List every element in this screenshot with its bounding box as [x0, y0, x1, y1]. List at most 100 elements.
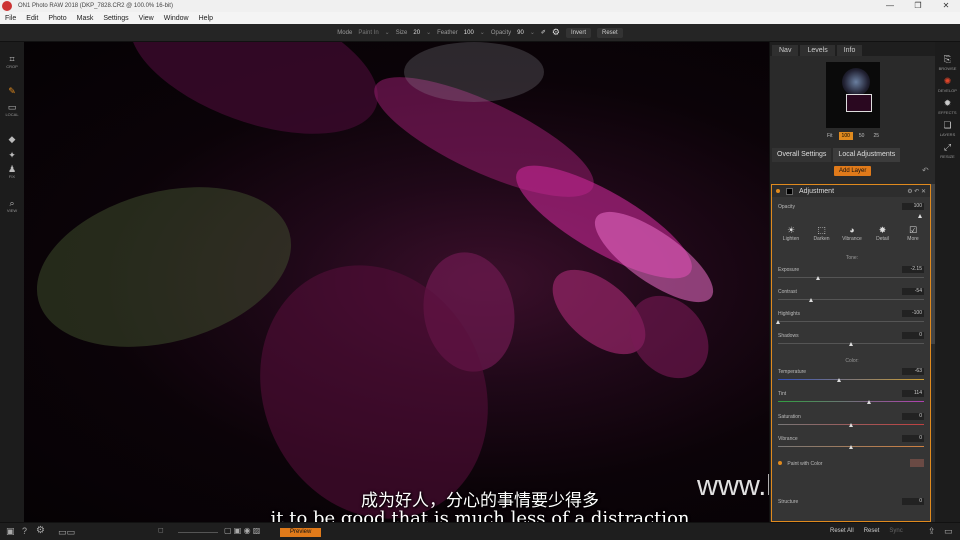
slider-knob[interactable]: [809, 298, 814, 302]
help-icon[interactable]: ?: [22, 526, 27, 536]
module-layers[interactable]: ❏ LAYERS: [935, 120, 960, 138]
pen-pressure-icon[interactable]: ✐: [541, 29, 546, 36]
paint-color-swatch[interactable]: [910, 459, 924, 467]
undo-icon[interactable]: ↶: [922, 166, 929, 175]
opacity-value[interactable]: 90: [517, 30, 524, 36]
opacity-chevron-icon[interactable]: ⌄: [530, 29, 535, 36]
fix-tool[interactable]: ♟ FIX: [0, 164, 24, 179]
module-develop[interactable]: ✺ DEVELOP: [935, 76, 960, 94]
slider-knob[interactable]: [848, 342, 853, 346]
close-button[interactable]: ✕: [932, 0, 960, 12]
slider-knob[interactable]: [836, 378, 841, 382]
zoom-25[interactable]: 25: [870, 132, 882, 140]
brush-settings-gear-icon[interactable]: ⚙: [552, 27, 560, 38]
tab-info[interactable]: Info: [836, 45, 863, 56]
slider-value-field[interactable]: -100: [902, 310, 924, 317]
panel-layout-icon[interactable]: ▭: [944, 526, 953, 537]
reset-button[interactable]: Reset: [597, 27, 623, 38]
menu-edit[interactable]: Edit: [21, 15, 43, 22]
module-resize[interactable]: ⤢ RESIZE: [935, 142, 960, 160]
slider-value-field[interactable]: 0: [902, 413, 924, 420]
retouch-tool[interactable]: ✦: [0, 150, 24, 160]
size-value[interactable]: 20: [413, 30, 420, 36]
slider-track[interactable]: [778, 277, 924, 278]
slider-knob[interactable]: [848, 423, 853, 427]
slider-value-field[interactable]: 0: [902, 332, 924, 339]
maximize-button[interactable]: ❐: [904, 0, 932, 12]
slider-knob[interactable]: [816, 276, 821, 280]
slider-label: Temperature: [778, 369, 807, 375]
preset-lighten[interactable]: ☀ Lighten: [776, 225, 806, 242]
export-icon[interactable]: ⇪: [928, 526, 936, 537]
menu-photo[interactable]: Photo: [43, 15, 71, 22]
eraser-tool[interactable]: ◆: [0, 134, 24, 144]
slider-value-field[interactable]: 0: [902, 435, 924, 442]
slider-track[interactable]: [778, 401, 924, 402]
tab-overall-settings[interactable]: Overall Settings: [772, 148, 832, 162]
tab-local-adjustments[interactable]: Local Adjustments: [833, 148, 901, 162]
photo-canvas[interactable]: [24, 42, 769, 522]
settings-gear-icon[interactable]: ⚙: [36, 525, 45, 536]
feather-chevron-icon[interactable]: ⌄: [480, 29, 485, 36]
paint-color-toggle[interactable]: [778, 461, 782, 465]
module-browse[interactable]: ⎘ BROWSE: [935, 54, 960, 72]
slider-value-field[interactable]: 114: [902, 390, 924, 397]
panel-toggle-icon[interactable]: ▣: [6, 526, 15, 537]
navigator-preview[interactable]: [826, 62, 880, 128]
app-logo-icon: [2, 1, 12, 11]
sync-button[interactable]: Sync: [889, 528, 902, 534]
zoom-tool[interactable]: ⌕ VIEW: [0, 198, 24, 213]
slider-value-field[interactable]: -63: [902, 368, 924, 375]
tab-levels[interactable]: Levels: [800, 45, 835, 56]
preset-detail[interactable]: ✸ Detail: [868, 225, 898, 242]
slider-knob[interactable]: [848, 445, 853, 449]
module-effects[interactable]: ✹ EFFECTS: [935, 98, 960, 116]
slider-track[interactable]: [778, 299, 924, 300]
preview-button[interactable]: Preview: [280, 528, 322, 537]
brush-tool[interactable]: ✎: [0, 86, 24, 96]
layer-header-icons[interactable]: ⚙ ↶ ✕: [907, 188, 926, 195]
opacity-slider-knob[interactable]: [918, 214, 922, 218]
view-mode-icons[interactable]: ▢ ▣ ◉ ▨: [224, 526, 260, 535]
local-tool[interactable]: ▭ LOCAL: [0, 102, 24, 117]
slider-value-field[interactable]: -2.15: [902, 266, 924, 273]
minimize-button[interactable]: —: [876, 0, 904, 12]
compare-view-icon[interactable]: ▭▭: [58, 527, 75, 538]
mode-chevron-icon[interactable]: ⌄: [385, 29, 390, 36]
navigator-viewport-box[interactable]: [846, 94, 872, 112]
opacity-value-field[interactable]: 100: [902, 203, 924, 210]
invert-button[interactable]: Invert: [566, 27, 592, 38]
zoom-slider[interactable]: [178, 532, 218, 533]
feather-value[interactable]: 100: [464, 30, 474, 36]
reset-bottom-button[interactable]: Reset: [864, 528, 880, 534]
menu-window[interactable]: Window: [159, 15, 194, 22]
crop-icon: ⌗: [9, 54, 15, 64]
layer-mask-thumbnail[interactable]: [786, 187, 793, 195]
zoom-50[interactable]: 50: [856, 132, 868, 140]
preset-vibrance[interactable]: ◕ Vibrance: [837, 225, 867, 242]
layer-active-dot[interactable]: [776, 189, 780, 193]
crop-tool[interactable]: ⌗ CROP: [0, 54, 24, 69]
slider-value-field[interactable]: -54: [902, 288, 924, 295]
tab-nav[interactable]: Nav: [772, 45, 799, 56]
slider-track[interactable]: [778, 321, 924, 322]
slider-row-shadows: Shadows 0: [778, 332, 924, 346]
preset-darken[interactable]: ⬚ Darken: [807, 225, 837, 242]
menu-file[interactable]: File: [0, 15, 21, 22]
preset-more[interactable]: ☑ More: [898, 225, 928, 242]
slider-track[interactable]: [778, 379, 924, 380]
slider-knob[interactable]: [775, 320, 780, 324]
add-layer-button[interactable]: Add Layer: [834, 166, 872, 176]
size-chevron-icon[interactable]: ⌄: [426, 29, 431, 36]
menu-mask[interactable]: Mask: [72, 15, 99, 22]
slider-knob[interactable]: [867, 400, 872, 404]
zoom-fit[interactable]: Fit: [824, 132, 836, 140]
structure-value-field[interactable]: 0: [902, 498, 924, 505]
menu-help[interactable]: Help: [194, 15, 218, 22]
menu-view[interactable]: View: [134, 15, 159, 22]
zoom-100[interactable]: 100: [838, 132, 853, 140]
mode-select[interactable]: Paint In: [358, 30, 378, 36]
zoom-out-icon[interactable]: ◻: [158, 526, 164, 534]
menu-settings[interactable]: Settings: [98, 15, 133, 22]
reset-all-button[interactable]: Reset All: [830, 528, 854, 534]
